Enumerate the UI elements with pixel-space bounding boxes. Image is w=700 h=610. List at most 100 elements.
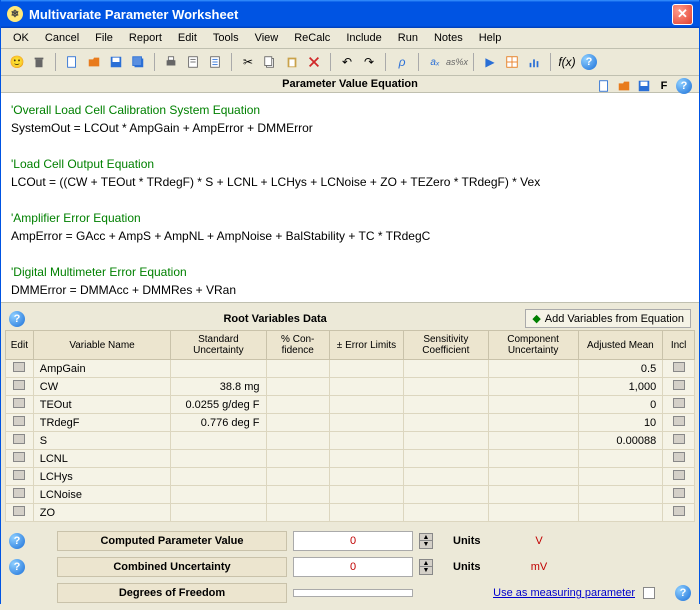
include-toggle[interactable] (673, 506, 685, 516)
col-name[interactable]: Variable Name (33, 331, 171, 360)
menu-view[interactable]: View (249, 30, 285, 46)
col-sens[interactable]: Sensitivity Coefficient (404, 331, 489, 360)
doc-list-icon[interactable] (205, 52, 225, 72)
help-icon[interactable]: ? (579, 52, 599, 72)
menu-include[interactable]: Include (340, 30, 387, 46)
col-edit[interactable]: Edit (6, 331, 34, 360)
percent-x-icon[interactable]: as%x (447, 52, 467, 72)
chart-icon[interactable] (524, 52, 544, 72)
undo-icon[interactable]: ↶ (337, 52, 357, 72)
eq-new-icon[interactable] (595, 77, 613, 95)
edit-row-button[interactable] (13, 416, 25, 426)
menu-cancel[interactable]: Cancel (39, 30, 85, 46)
menu-bar: OK Cancel File Report Edit Tools View Re… (1, 28, 699, 49)
menu-recalc[interactable]: ReCalc (288, 30, 336, 46)
include-toggle[interactable] (673, 380, 685, 390)
menu-edit[interactable]: Edit (172, 30, 203, 46)
add-variables-button[interactable]: ◆ Add Variables from Equation (525, 309, 691, 328)
computed-value[interactable]: 0 (293, 531, 413, 551)
table-row[interactable]: S0.00088 (6, 432, 695, 450)
menu-report[interactable]: Report (123, 30, 168, 46)
include-toggle[interactable] (673, 362, 685, 372)
edit-row-button[interactable] (13, 380, 25, 390)
rho-icon[interactable]: ρ (392, 52, 412, 72)
col-incl[interactable]: Incl (663, 331, 695, 360)
use-as-measuring-link[interactable]: Use as measuring parameter (493, 587, 635, 599)
menu-file[interactable]: File (89, 30, 119, 46)
new-icon[interactable] (62, 52, 82, 72)
paste-icon[interactable] (282, 52, 302, 72)
eq-open-icon[interactable] (615, 77, 633, 95)
dof-value[interactable] (293, 589, 413, 597)
col-std-unc[interactable]: Standard Uncertainty (171, 331, 266, 360)
edit-row-button[interactable] (13, 434, 25, 444)
col-err-lim[interactable]: ± Error Limits (329, 331, 403, 360)
combined-value[interactable]: 0 (293, 557, 413, 577)
use-as-measuring-checkbox[interactable] (643, 587, 655, 599)
include-toggle[interactable] (673, 452, 685, 462)
table-row[interactable]: TRdegF0.776 deg F10 (6, 414, 695, 432)
combined-units: mV (499, 561, 579, 573)
var-conf (266, 432, 329, 450)
print-icon[interactable] (161, 52, 181, 72)
menu-ok[interactable]: OK (7, 30, 35, 46)
col-comp-unc[interactable]: Component Uncertainty (488, 331, 578, 360)
menu-run[interactable]: Run (392, 30, 424, 46)
save-all-icon[interactable] (128, 52, 148, 72)
edit-row-button[interactable] (13, 506, 25, 516)
menu-notes[interactable]: Notes (428, 30, 469, 46)
include-toggle[interactable] (673, 470, 685, 480)
table-row[interactable]: AmpGain0.5 (6, 360, 695, 378)
close-button[interactable]: ✕ (672, 4, 693, 25)
save-icon[interactable] (106, 52, 126, 72)
edit-row-button[interactable] (13, 398, 25, 408)
include-toggle[interactable] (673, 416, 685, 426)
cut-icon[interactable]: ✂ (238, 52, 258, 72)
var-sens (404, 468, 489, 486)
edit-row-button[interactable] (13, 452, 25, 462)
combined-spinner[interactable]: ▲▼ (419, 559, 433, 575)
run-icon[interactable]: ▶ (480, 52, 500, 72)
eq-help-icon[interactable]: ? (675, 77, 693, 95)
redo-icon[interactable]: ↷ (359, 52, 379, 72)
combined-help-icon[interactable]: ? (9, 559, 25, 575)
vars-help-icon[interactable]: ? (9, 311, 25, 327)
table-row[interactable]: ZO (6, 504, 695, 522)
computed-help-icon[interactable]: ? (9, 533, 25, 549)
equation-editor[interactable]: 'Overall Load Cell Calibration System Eq… (1, 93, 699, 303)
var-name: TRdegF (33, 414, 171, 432)
table-row[interactable]: CW38.8 mg1,000 (6, 378, 695, 396)
use-help-icon[interactable]: ? (675, 585, 691, 601)
subscript-icon[interactable]: aₓ (425, 52, 445, 72)
trash-icon[interactable] (29, 52, 49, 72)
eq-font-icon[interactable]: F (655, 77, 673, 95)
menu-help[interactable]: Help (473, 30, 508, 46)
delete-icon[interactable] (304, 52, 324, 72)
edit-row-button[interactable] (13, 488, 25, 498)
include-toggle[interactable] (673, 488, 685, 498)
include-toggle[interactable] (673, 398, 685, 408)
table-row[interactable]: LCHys (6, 468, 695, 486)
col-adj-mean[interactable]: Adjusted Mean (578, 331, 663, 360)
table-row[interactable]: TEOut0.0255 g/deg F0 (6, 396, 695, 414)
comment-line: 'Load Cell Output Equation (11, 155, 689, 173)
include-toggle[interactable] (673, 434, 685, 444)
var-std-unc (171, 504, 266, 522)
table-row[interactable]: LCNoise (6, 486, 695, 504)
var-err-lim (329, 414, 403, 432)
grid-icon[interactable] (502, 52, 522, 72)
var-adj-mean (578, 468, 663, 486)
table-row[interactable]: LCNL (6, 450, 695, 468)
eq-save-icon[interactable] (635, 77, 653, 95)
menu-tools[interactable]: Tools (207, 30, 245, 46)
edit-row-button[interactable] (13, 362, 25, 372)
smiley-icon[interactable]: 🙂 (7, 52, 27, 72)
fx-icon[interactable]: f(x) (557, 52, 577, 72)
var-comp-unc (488, 432, 578, 450)
copy-icon[interactable] (260, 52, 280, 72)
open-icon[interactable] (84, 52, 104, 72)
edit-row-button[interactable] (13, 470, 25, 480)
computed-spinner[interactable]: ▲▼ (419, 533, 433, 549)
report-icon[interactable] (183, 52, 203, 72)
col-conf[interactable]: % Con- fidence (266, 331, 329, 360)
